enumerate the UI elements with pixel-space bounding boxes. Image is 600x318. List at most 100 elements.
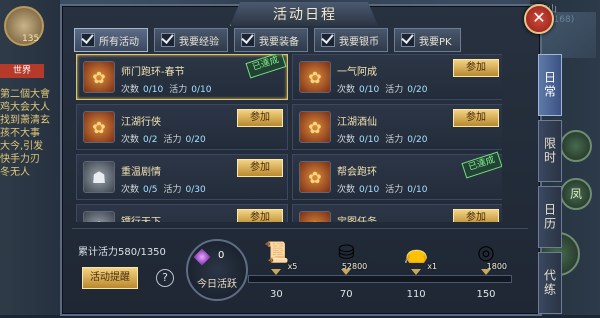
chat-line: 大今,引发 [0, 141, 44, 152]
activity-name: 一气阿成 [337, 67, 377, 78]
fire-flower-icon: ✿ [83, 111, 115, 143]
filter-tab-silver[interactable]: 我要银币 [314, 28, 388, 52]
skill-button-feng[interactable]: 凤 [560, 178, 592, 210]
filter-tab-label: 我要PK [419, 36, 452, 48]
fire-flower-icon: ✿ [299, 61, 331, 93]
activity-card[interactable]: ✿ 宝图任务 参加 [292, 204, 502, 222]
completed-badge: 已達成 [245, 54, 287, 79]
chat-line: 找到萧清玄 [0, 115, 50, 126]
vitality-label: 活力 [385, 85, 404, 95]
fire-flower-icon: ✿ [299, 161, 331, 193]
daily-activity-value: 0 [218, 250, 225, 261]
activity-list: ✿ 师门跑环-春节 次数 0/10 活力 0/10 已達成 ✿ 一气阿成 次数 0/10 活力 0/20… [76, 54, 502, 222]
activity-card[interactable]: ✿ 一气阿成 次数 0/10 活力 0/20 参加 [292, 54, 502, 100]
chat-line: 第二個大會 [0, 89, 50, 100]
gem-icon [193, 248, 211, 266]
filter-tab-pk[interactable]: 我要PK [394, 28, 461, 52]
activity-card[interactable]: ✿ 江湖行侠次数 0/2 活力 0/20 参加 [76, 104, 288, 150]
activity-name: 帮会跑环 [337, 167, 377, 178]
activity-stats: 次数 0/10 活力 0/10 [337, 182, 433, 195]
activity-schedule-dialog: 活动日程 ✕ 所有活动 我要经验 我要装备 我要银币 我要PK ✿ 师门跑环-春节… [60, 2, 562, 316]
activity-card[interactable]: ☗ 镖行天下 参加 [76, 204, 288, 222]
silver-icon[interactable]: ⛁ 52800 [329, 235, 367, 271]
count-label: 次数 [337, 85, 356, 95]
side-tab-limited[interactable]: 限时 [538, 120, 562, 182]
chat-line: 快手力刃 [0, 154, 40, 165]
join-button[interactable]: 参加 [453, 59, 499, 77]
count-value: 0/10 [143, 85, 164, 95]
fire-flower-icon: ✿ [299, 211, 331, 222]
gold-icon[interactable]: ◎ 1800 [469, 235, 507, 271]
join-button[interactable]: 参加 [237, 209, 283, 222]
activity-card[interactable]: ☗ 重温剧情 次数 0/5 活力 0/30 参加 [76, 154, 288, 200]
checkbox-icon [401, 33, 415, 47]
filter-tab-all[interactable]: 所有活动 [74, 28, 148, 52]
scroll-icon[interactable]: 📜 x5 [259, 235, 297, 271]
side-tab-calendar[interactable]: 日历 [538, 186, 562, 248]
count-label: 次数 [121, 185, 140, 195]
checkbox-icon [241, 33, 255, 47]
vitality-value: 0/20 [407, 135, 428, 145]
activity-reminder-button[interactable]: 活动提醒 [82, 267, 138, 289]
vitality-label: 活力 [169, 85, 188, 95]
close-button[interactable]: ✕ [524, 4, 554, 34]
monster-icon: ☗ [83, 161, 115, 193]
activity-stats: 次数 0/10 活力 0/20 [337, 82, 433, 95]
milestone-value: 150 [476, 289, 496, 300]
count-value: 0/5 [143, 185, 158, 195]
join-button[interactable]: 参加 [237, 109, 283, 127]
activity-stats: 次数 0/10 活力 0/20 [337, 132, 433, 145]
activity-stats: 次数 0/10 活力 0/10 [121, 82, 217, 95]
count-value: 0/10 [359, 185, 380, 195]
chat-channel-tag[interactable]: 世界 [0, 64, 44, 78]
filter-tab-exp[interactable]: 我要经验 [154, 28, 228, 52]
vitality-value: 0/30 [185, 185, 206, 195]
side-tab-daily[interactable]: 日常 [538, 54, 562, 116]
filter-tab-label: 我要经验 [179, 36, 219, 48]
count-label: 次数 [337, 135, 356, 145]
filter-tab-label: 我要银币 [339, 36, 379, 48]
fire-flower-icon: ✿ [83, 61, 115, 93]
bag-icon[interactable]: 👝 x1 [399, 235, 437, 271]
join-button[interactable]: 参加 [453, 109, 499, 127]
activity-card[interactable]: ✿ 师门跑环-春节 次数 0/10 活力 0/10 已達成 [76, 54, 288, 100]
chat-line: 鸡大会大人 [0, 102, 50, 113]
checkbox-icon [321, 33, 335, 47]
dialog-title-bar: 活动日程 [230, 2, 378, 26]
vitality-value: 0/10 [191, 85, 212, 95]
side-tab-autoplay[interactable]: 代练 [538, 252, 562, 314]
help-icon[interactable]: ? [156, 269, 174, 287]
left-hud: 135 世界 第二個大會 鸡大会大人 找到萧清玄 孩不大事 大今,引发 快手力刃… [0, 0, 60, 315]
count-value: 0/10 [359, 85, 380, 95]
completed-badge: 已達成 [461, 151, 502, 179]
category-side-tabs: 日常 限时 日历 代练 [538, 54, 562, 318]
activity-reward-panel: 累计活力580/1350 活动提醒 ? 0 今日活跃 📜 x5 30 ⛁ 52800 70… [72, 228, 528, 311]
milestone-marker [411, 269, 422, 275]
activity-name: 宝图任务 [337, 213, 377, 222]
vitality-label: 活力 [163, 185, 182, 195]
checkbox-icon [161, 33, 175, 47]
close-icon: ✕ [532, 8, 546, 27]
filter-tab-equipment[interactable]: 我要装备 [234, 28, 308, 52]
count-value: 0/10 [359, 135, 380, 145]
skill-button[interactable] [560, 130, 592, 162]
join-button[interactable]: 参加 [237, 159, 283, 177]
join-button[interactable]: 参加 [453, 209, 499, 222]
filter-tabs: 所有活动 我要经验 我要装备 我要银币 我要PK [74, 28, 461, 52]
count-label: 次数 [121, 135, 140, 145]
milestone-marker [481, 269, 491, 275]
activity-card[interactable]: ✿ 江湖酒仙 次数 0/10 活力 0/20 参加 [292, 104, 502, 150]
fire-flower-icon: ✿ [299, 111, 331, 143]
vitality-value: 0/20 [185, 135, 206, 145]
reward-quantity: x1 [427, 262, 438, 271]
activity-name: 江湖行侠 [121, 117, 161, 128]
player-level: 135 [22, 34, 40, 44]
milestone-value: 110 [406, 289, 426, 300]
daily-activity-meter: 0 今日活跃 [186, 239, 248, 301]
activity-card[interactable]: ✿ 帮会跑环次数 0/10 活力 0/10 已達成 [292, 151, 502, 200]
filter-tab-label: 我要装备 [259, 36, 299, 48]
count-label: 次数 [337, 185, 356, 195]
count-label: 次数 [121, 85, 140, 95]
activity-stats: 次数 0/2 活力 0/20 [121, 132, 212, 145]
activity-progress-track [248, 275, 512, 283]
